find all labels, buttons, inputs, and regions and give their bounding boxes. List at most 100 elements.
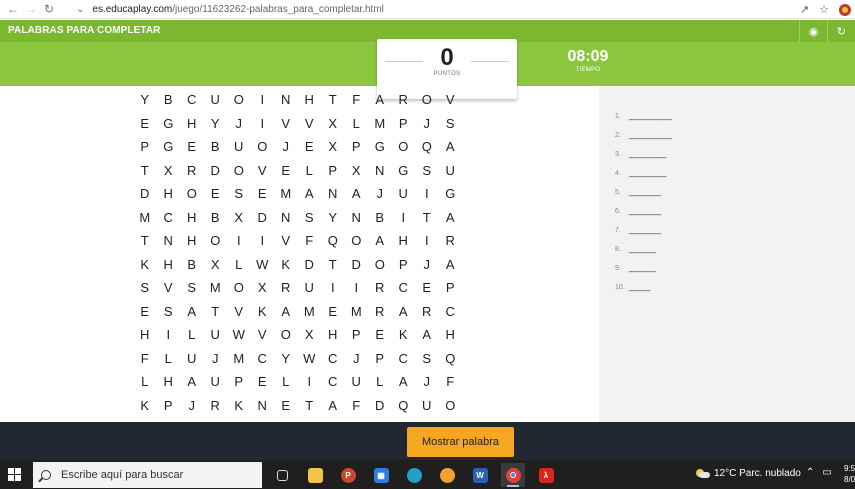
grid-letter-cell[interactable]: H: [321, 327, 345, 342]
grid-letter-cell[interactable]: D: [368, 398, 392, 413]
grid-letter-cell[interactable]: H: [439, 327, 463, 342]
back-arrow-icon[interactable]: ←: [4, 0, 22, 19]
grid-letter-cell[interactable]: G: [392, 163, 416, 178]
edge-icon[interactable]: [402, 463, 426, 487]
grid-letter-cell[interactable]: X: [321, 139, 345, 154]
grid-letter-cell[interactable]: U: [204, 327, 228, 342]
grid-letter-cell[interactable]: R: [439, 233, 463, 248]
grid-letter-cell[interactable]: C: [392, 351, 416, 366]
grid-letter-cell[interactable]: X: [321, 116, 345, 131]
grid-letter-cell[interactable]: E: [415, 280, 439, 295]
forward-arrow-icon[interactable]: →: [22, 0, 40, 19]
grid-letter-cell[interactable]: O: [392, 139, 416, 154]
grid-letter-cell[interactable]: L: [345, 116, 369, 131]
grid-letter-cell[interactable]: Y: [133, 92, 157, 107]
grid-letter-cell[interactable]: X: [227, 210, 251, 225]
grid-letter-cell[interactable]: A: [180, 374, 204, 389]
weather-widget[interactable]: 12°C Parc. nublado: [696, 468, 801, 479]
grid-letter-cell[interactable]: M: [274, 186, 298, 201]
grid-letter-cell[interactable]: J: [274, 139, 298, 154]
grid-letter-cell[interactable]: E: [204, 186, 228, 201]
grid-letter-cell[interactable]: T: [133, 233, 157, 248]
site-info-icon[interactable]: ⌄: [76, 4, 84, 15]
grid-letter-cell[interactable]: O: [345, 233, 369, 248]
grid-letter-cell[interactable]: C: [321, 374, 345, 389]
grid-letter-cell[interactable]: O: [180, 186, 204, 201]
grid-letter-cell[interactable]: P: [345, 327, 369, 342]
grid-letter-cell[interactable]: N: [251, 398, 275, 413]
grid-letter-cell[interactable]: E: [180, 139, 204, 154]
grid-letter-cell[interactable]: S: [439, 116, 463, 131]
grid-letter-cell[interactable]: U: [298, 280, 322, 295]
grid-letter-cell[interactable]: M: [227, 351, 251, 366]
grid-letter-cell[interactable]: O: [227, 280, 251, 295]
grid-letter-cell[interactable]: P: [439, 280, 463, 295]
grid-letter-cell[interactable]: A: [415, 327, 439, 342]
network-icon[interactable]: ▭: [822, 467, 831, 478]
grid-letter-cell[interactable]: K: [274, 257, 298, 272]
grid-letter-cell[interactable]: L: [180, 327, 204, 342]
grid-letter-cell[interactable]: N: [157, 233, 181, 248]
grid-letter-cell[interactable]: B: [368, 210, 392, 225]
bookmark-star-icon[interactable]: ☆: [819, 3, 829, 16]
grid-letter-cell[interactable]: Y: [274, 351, 298, 366]
grid-letter-cell[interactable]: L: [227, 257, 251, 272]
grid-letter-cell[interactable]: A: [392, 374, 416, 389]
grid-letter-cell[interactable]: P: [392, 116, 416, 131]
grid-letter-cell[interactable]: J: [415, 257, 439, 272]
grid-letter-cell[interactable]: V: [439, 92, 463, 107]
grid-letter-cell[interactable]: J: [415, 374, 439, 389]
grid-letter-cell[interactable]: A: [392, 304, 416, 319]
grid-letter-cell[interactable]: K: [392, 327, 416, 342]
grid-letter-cell[interactable]: K: [133, 257, 157, 272]
chrome-icon[interactable]: [501, 463, 525, 487]
grid-letter-cell[interactable]: U: [415, 398, 439, 413]
grid-letter-cell[interactable]: C: [321, 351, 345, 366]
grid-letter-cell[interactable]: R: [180, 163, 204, 178]
task-view-icon[interactable]: [270, 463, 294, 487]
grid-letter-cell[interactable]: K: [133, 398, 157, 413]
grid-letter-cell[interactable]: M: [204, 280, 228, 295]
grid-letter-cell[interactable]: E: [133, 304, 157, 319]
grid-letter-cell[interactable]: D: [298, 257, 322, 272]
grid-letter-cell[interactable]: R: [368, 280, 392, 295]
grid-letter-cell[interactable]: C: [392, 280, 416, 295]
grid-letter-cell[interactable]: V: [274, 233, 298, 248]
grid-letter-cell[interactable]: X: [204, 257, 228, 272]
windows-start-icon[interactable]: [8, 468, 21, 481]
grid-letter-cell[interactable]: H: [180, 233, 204, 248]
grid-letter-cell[interactable]: I: [415, 186, 439, 201]
grid-letter-cell[interactable]: K: [251, 304, 275, 319]
grid-letter-cell[interactable]: K: [227, 398, 251, 413]
grid-letter-cell[interactable]: H: [157, 374, 181, 389]
grid-letter-cell[interactable]: L: [298, 163, 322, 178]
grid-letter-cell[interactable]: X: [298, 327, 322, 342]
grid-letter-cell[interactable]: T: [321, 257, 345, 272]
grid-letter-cell[interactable]: I: [157, 327, 181, 342]
grid-letter-cell[interactable]: R: [392, 92, 416, 107]
grid-letter-cell[interactable]: U: [227, 139, 251, 154]
grid-letter-cell[interactable]: A: [368, 233, 392, 248]
grid-letter-cell[interactable]: O: [251, 139, 275, 154]
grid-letter-cell[interactable]: S: [180, 280, 204, 295]
address-bar[interactable]: ⌄ es.educaplay.com/juego/11623262-palabr…: [76, 1, 796, 18]
powerpoint-icon[interactable]: P: [336, 463, 360, 487]
grid-letter-cell[interactable]: V: [157, 280, 181, 295]
grid-letter-cell[interactable]: Q: [415, 139, 439, 154]
grid-letter-cell[interactable]: G: [439, 186, 463, 201]
brave-browser-icon[interactable]: [435, 463, 459, 487]
grid-letter-cell[interactable]: N: [345, 210, 369, 225]
grid-letter-cell[interactable]: D: [345, 257, 369, 272]
grid-letter-cell[interactable]: N: [321, 186, 345, 201]
grid-letter-cell[interactable]: J: [415, 116, 439, 131]
grid-letter-cell[interactable]: T: [204, 304, 228, 319]
grid-letter-cell[interactable]: U: [439, 163, 463, 178]
grid-letter-cell[interactable]: T: [133, 163, 157, 178]
grid-letter-cell[interactable]: I: [415, 233, 439, 248]
grid-letter-cell[interactable]: V: [251, 163, 275, 178]
grid-letter-cell[interactable]: L: [157, 351, 181, 366]
grid-letter-cell[interactable]: C: [439, 304, 463, 319]
grid-letter-cell[interactable]: P: [157, 398, 181, 413]
grid-letter-cell[interactable]: E: [274, 398, 298, 413]
grid-letter-cell[interactable]: U: [204, 374, 228, 389]
